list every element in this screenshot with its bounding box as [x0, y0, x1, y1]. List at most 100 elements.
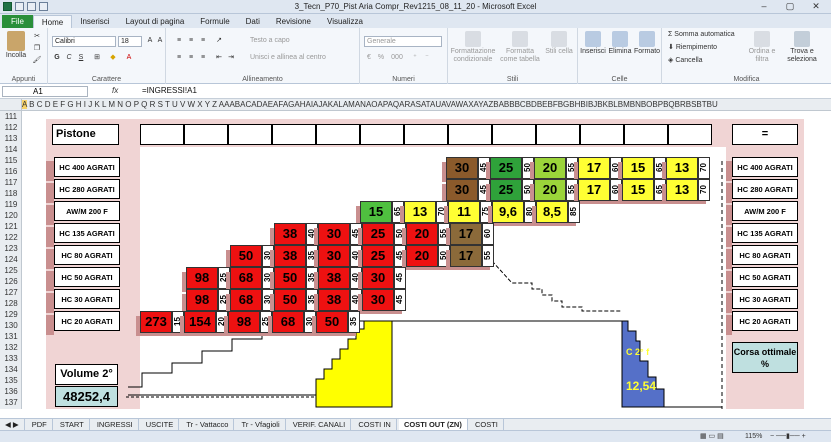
percent-button[interactable]: %: [376, 53, 386, 63]
decrease-indent-icon[interactable]: ⇤: [214, 53, 224, 63]
underline-button[interactable]: S: [76, 53, 86, 63]
row-number[interactable]: 133: [0, 353, 22, 364]
font-color-icon[interactable]: A: [124, 53, 134, 63]
row-number[interactable]: 112: [0, 122, 22, 133]
bold-button[interactable]: G: [52, 53, 62, 63]
row-number[interactable]: 129: [0, 309, 22, 320]
format-painter-icon[interactable]: 🖌: [32, 56, 42, 66]
cut-icon[interactable]: ✂: [32, 32, 42, 42]
select-all-corner[interactable]: [0, 99, 22, 110]
conditional-formatting-button[interactable]: Formattazione condizionale: [450, 31, 496, 64]
row-number[interactable]: 121: [0, 221, 22, 232]
row-number[interactable]: 114: [0, 144, 22, 155]
row-number[interactable]: 122: [0, 232, 22, 243]
row-number[interactable]: 113: [0, 133, 22, 144]
align-center-icon[interactable]: ≡: [186, 53, 196, 63]
font-name-select[interactable]: Calibri: [52, 36, 116, 47]
sheet-tab-pdf[interactable]: PDF: [27, 419, 53, 430]
sheet-tab-nav[interactable]: ◀ ▶: [0, 419, 25, 430]
align-left-icon[interactable]: ≡: [174, 53, 184, 63]
font-size-select[interactable]: 18: [118, 36, 142, 47]
tab-home[interactable]: Home: [32, 15, 73, 28]
thousands-button[interactable]: 000: [388, 53, 406, 63]
row-number[interactable]: 123: [0, 243, 22, 254]
tab-view[interactable]: Visualizza: [319, 15, 371, 28]
row-number[interactable]: 117: [0, 177, 22, 188]
name-box[interactable]: A1: [2, 86, 88, 97]
orientation-icon[interactable]: ↗: [214, 36, 224, 46]
row-number[interactable]: 132: [0, 342, 22, 353]
minimize-icon[interactable]: –: [751, 0, 777, 13]
cell-styles-button[interactable]: Stili cella: [544, 31, 574, 56]
row-number[interactable]: 115: [0, 155, 22, 166]
autosum-button[interactable]: Σ Somma automatica: [668, 31, 735, 39]
row-number[interactable]: 131: [0, 331, 22, 342]
formula-input[interactable]: =INGRESSI!A1: [142, 86, 197, 95]
sheet-tab-costi-in[interactable]: COSTI IN: [353, 419, 397, 430]
number-format-select[interactable]: Generale: [364, 36, 442, 47]
paste-button[interactable]: Incolla: [4, 31, 28, 60]
row-number[interactable]: 130: [0, 320, 22, 331]
currency-icon[interactable]: €: [364, 53, 374, 63]
worksheet[interactable]: Pistone = HC 400 AGRATI HC 280 AGRATI AW/M…: [22, 111, 831, 409]
row-number[interactable]: 111: [0, 111, 22, 122]
italic-button[interactable]: C: [64, 53, 74, 63]
sheet-tab-verif-canali[interactable]: VERIF. CANALI: [288, 419, 352, 430]
find-select-button[interactable]: Trova e seleziona: [782, 31, 822, 64]
row-number[interactable]: 128: [0, 298, 22, 309]
sort-filter-button[interactable]: Ordina e filtra: [744, 31, 780, 64]
row-number[interactable]: 124: [0, 254, 22, 265]
row-number[interactable]: 118: [0, 188, 22, 199]
increase-decimal-icon[interactable]: ⁺: [410, 53, 420, 63]
tab-insert[interactable]: Inserisci: [72, 15, 117, 28]
tab-file[interactable]: File: [2, 15, 33, 28]
align-right-icon[interactable]: ≡: [198, 53, 208, 63]
row-number[interactable]: 120: [0, 210, 22, 221]
column-letters[interactable]: A B C D E F G H I J K L M N O P Q R S T …: [22, 99, 718, 110]
row-number[interactable]: 119: [0, 199, 22, 210]
row-number[interactable]: 137: [0, 397, 22, 408]
fx-icon[interactable]: fx: [112, 86, 118, 95]
sheet-tab-costi[interactable]: COSTI: [470, 419, 504, 430]
grow-font-icon[interactable]: A: [145, 36, 155, 46]
align-middle-icon[interactable]: ≡: [186, 36, 196, 46]
row-number[interactable]: 126: [0, 276, 22, 287]
merge-center-button[interactable]: Unisci e allinea al centro: [250, 54, 326, 62]
fill-button[interactable]: ⬇ Riempimento: [668, 44, 717, 52]
align-top-icon[interactable]: ≡: [174, 36, 184, 46]
wrap-text-button[interactable]: Testo a capo: [250, 37, 290, 45]
insert-cells-button[interactable]: Inserisci: [580, 31, 606, 56]
zoom-slider[interactable]: − ──▮── +: [770, 431, 806, 443]
sheet-tab-start[interactable]: START: [55, 419, 90, 430]
zoom-level[interactable]: 115%: [745, 431, 762, 443]
borders-icon[interactable]: ⊞: [92, 53, 102, 63]
tab-page-layout[interactable]: Layout di pagina: [118, 15, 193, 28]
sheet-tab-costi-out-zn[interactable]: COSTI OUT (ZN): [398, 419, 468, 430]
increase-indent-icon[interactable]: ⇥: [226, 53, 236, 63]
close-icon[interactable]: ✕: [803, 0, 829, 13]
row-number[interactable]: 125: [0, 265, 22, 276]
row-number[interactable]: 127: [0, 287, 22, 298]
shrink-font-icon[interactable]: A: [155, 36, 165, 46]
row-number[interactable]: 136: [0, 386, 22, 397]
sheet-tab-tr-vfagioli[interactable]: Tr - Vfagioli: [237, 419, 286, 430]
sheet-tab-ingressi[interactable]: INGRESSI: [92, 419, 139, 430]
tab-data[interactable]: Dati: [238, 15, 268, 28]
row-number[interactable]: 116: [0, 166, 22, 177]
view-buttons[interactable]: ▦ ▭ ▤: [700, 431, 724, 443]
horizontal-scrollbar[interactable]: [700, 418, 831, 430]
fill-color-icon[interactable]: ◆: [108, 53, 118, 63]
delete-cells-button[interactable]: Elimina: [607, 31, 633, 56]
align-bottom-icon[interactable]: ≡: [198, 36, 208, 46]
format-cells-button[interactable]: Formato: [634, 31, 660, 56]
sheet-tab-tr-vattacco[interactable]: Tr - Vattacco: [181, 419, 235, 430]
tab-formulas[interactable]: Formule: [192, 15, 237, 28]
copy-icon[interactable]: ❐: [32, 44, 42, 54]
decrease-decimal-icon[interactable]: ⁻: [422, 53, 432, 63]
row-number[interactable]: 135: [0, 375, 22, 386]
maximize-icon[interactable]: ▢: [777, 0, 803, 13]
row-number[interactable]: 134: [0, 364, 22, 375]
clear-button[interactable]: ◈ Cancella: [668, 57, 703, 65]
format-as-table-button[interactable]: Formatta come tabella: [498, 31, 542, 64]
tab-review[interactable]: Revisione: [268, 15, 319, 28]
